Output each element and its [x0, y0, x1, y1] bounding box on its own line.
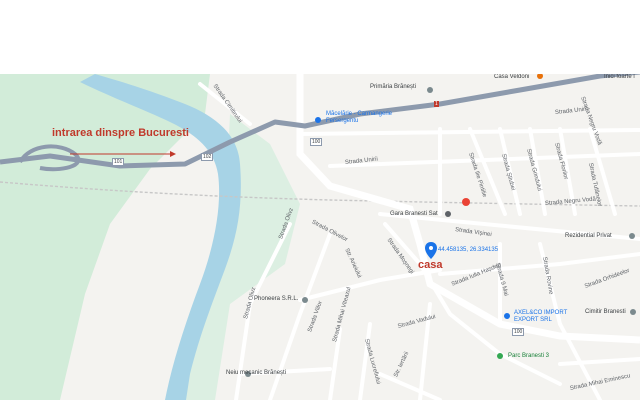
gara-marker	[445, 211, 451, 217]
parc-label: Parc Branesti 3	[508, 353, 550, 359]
park-marker	[497, 353, 503, 359]
cimitir-label: Cimitir Branesti	[585, 309, 626, 315]
rezidential-marker	[629, 233, 635, 239]
primaria-marker	[427, 87, 433, 93]
axel-label: AXEL&CO IMPORT EXPORT SRL	[514, 310, 568, 323]
phoneera-label: Phoneera S.R.L.	[254, 296, 299, 302]
macelarie-marker	[315, 117, 321, 123]
route-102-shield: 102	[201, 153, 214, 161]
map-base-layer	[0, 74, 640, 400]
no-entry-marker	[462, 198, 470, 206]
axel-marker	[504, 313, 510, 319]
coords-label: 44.458135, 26.334135	[438, 247, 499, 253]
route-1-shield: 1	[434, 101, 439, 107]
macelarie-label: Măcelărie - Carmangerie Fersergentu	[326, 111, 393, 124]
route-101-shield: 101	[112, 158, 125, 166]
location-pin	[425, 242, 437, 259]
phoneera-marker	[302, 297, 308, 303]
direction-arrowhead	[170, 151, 176, 157]
cimitir-marker	[630, 309, 636, 315]
route-100-shield-lower: 100	[512, 328, 525, 336]
casa-veldoni-label: Casa Veldoni	[494, 74, 530, 80]
home-annotation: casa	[418, 259, 443, 271]
veldoni-marker	[537, 74, 543, 79]
primaria-label: Primăria Brănești	[370, 84, 417, 90]
route-100-shield: 100	[310, 138, 323, 146]
gara-label: Gara Branesti Sat	[390, 211, 438, 217]
neiu-label: Neiu mecanic Brănești	[226, 370, 287, 376]
rezidential-label: Rezidential Privat	[565, 233, 612, 239]
entry-annotation: intrarea dinspre Bucuresti	[52, 127, 189, 139]
map-canvas[interactable]: intrarea dinspre Bucuresti casa 44.45813…	[0, 74, 640, 400]
corner-top-label: Inici foarte l	[604, 74, 635, 80]
